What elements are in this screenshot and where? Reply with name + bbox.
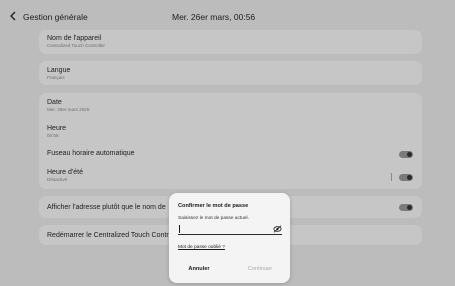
- dst-title: Heure d'été: [47, 169, 83, 176]
- chevron-left-icon[interactable]: [9, 11, 17, 21]
- cancel-button[interactable]: Annuler: [176, 263, 222, 275]
- date-setting[interactable]: Date Mer. 26er mars 2025: [47, 98, 414, 113]
- confirm-password-dialog: Confirmer le mot de passe Saisissez le m…: [169, 193, 290, 283]
- show-address-toggle[interactable]: [399, 204, 413, 211]
- divider: [391, 173, 392, 181]
- device-name-setting[interactable]: Nom de l'appareil Centralized Touch Cont…: [39, 30, 422, 54]
- continue-button[interactable]: Continuer: [237, 263, 283, 275]
- language-setting[interactable]: Langue Français: [39, 61, 422, 85]
- top-bar: Gestion générale Mer. 26er mars, 00:56: [0, 0, 455, 32]
- auto-timezone-toggle[interactable]: [399, 151, 413, 158]
- language-value: Français: [47, 75, 65, 80]
- eye-off-icon[interactable]: [273, 225, 282, 233]
- page-title: Gestion générale: [23, 12, 88, 22]
- dst-value: Désactivé: [47, 177, 68, 182]
- time-setting[interactable]: Heure 00:56: [47, 124, 414, 139]
- dialog-title: Confirmer le mot de passe: [178, 203, 249, 209]
- auto-timezone-setting[interactable]: Fuseau horaire automatique: [47, 149, 414, 158]
- date-title: Date: [47, 99, 62, 106]
- dialog-message: Saisissez le mot de passe actuel.: [178, 216, 249, 221]
- password-field[interactable]: [178, 225, 282, 235]
- device-name-value: Centralized Touch Controller: [47, 43, 105, 48]
- auto-timezone-title: Fuseau horaire automatique: [47, 150, 135, 157]
- time-title: Heure: [47, 125, 67, 132]
- text-caret: [179, 225, 180, 233]
- device-name-title: Nom de l'appareil: [47, 35, 102, 42]
- language-title: Langue: [47, 67, 71, 74]
- dst-setting[interactable]: Heure d'été Désactivé: [47, 168, 414, 183]
- datetime-settings-group: Date Mer. 26er mars 2025 Heure 00:56 Fus…: [39, 93, 422, 189]
- header-datetime: Mer. 26er mars, 00:56: [172, 12, 256, 22]
- time-value: 00:56: [47, 133, 59, 138]
- dst-toggle[interactable]: [399, 174, 413, 181]
- forgot-password-link[interactable]: Mot de passe oublié ?: [178, 245, 225, 250]
- date-value: Mer. 26er mars 2025: [47, 107, 90, 112]
